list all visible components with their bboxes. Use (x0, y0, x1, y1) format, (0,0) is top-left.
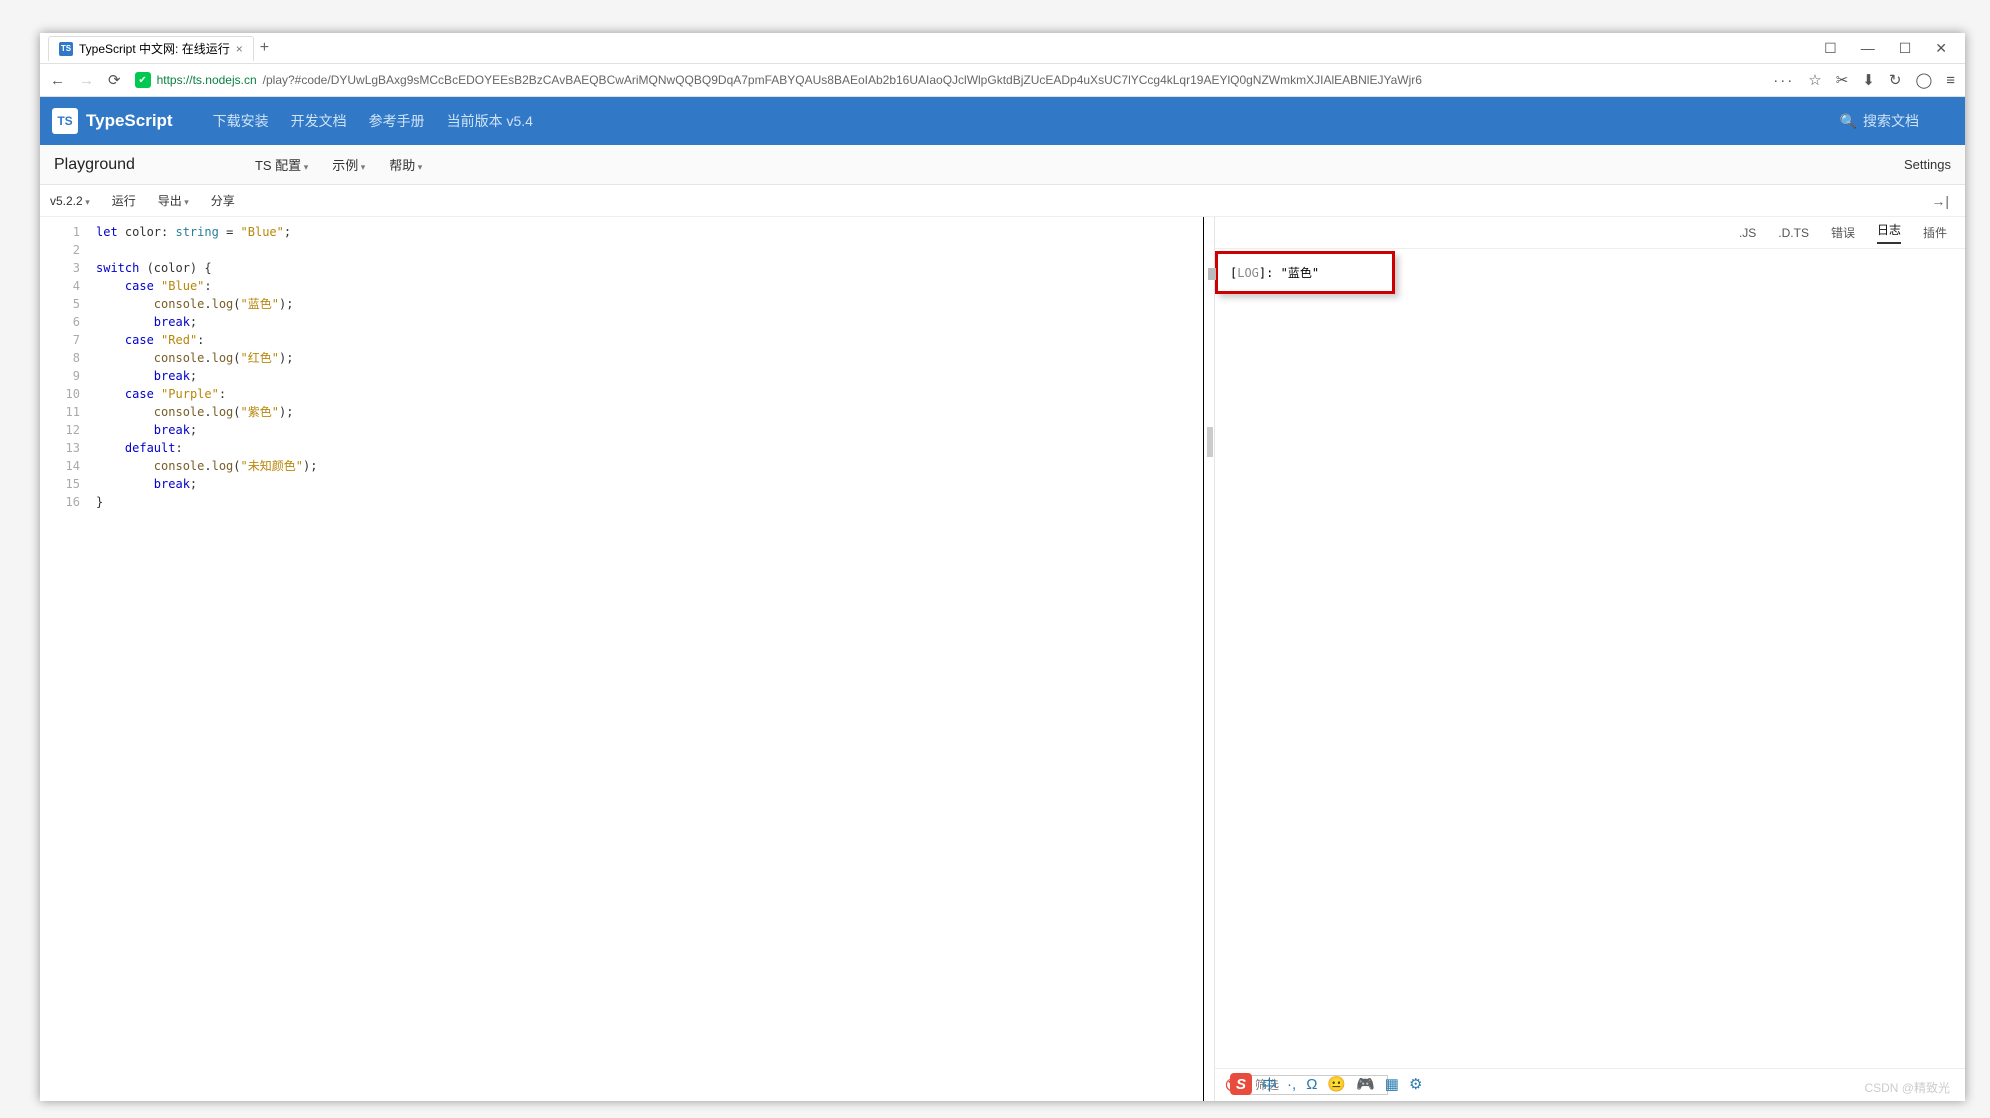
nav-reference[interactable]: 参考手册 (369, 111, 425, 131)
favicon: TS (59, 42, 73, 56)
nav-download[interactable]: 下载安装 (213, 111, 269, 131)
site-topnav: TS TypeScript 下载安装 开发文档 参考手册 当前版本 v5.4 🔍 (40, 97, 1965, 145)
collapse-editor-icon[interactable]: →| (1931, 193, 1955, 209)
tab-js[interactable]: .JS (1739, 226, 1756, 240)
url-path: /play?#code/DYUwLgBAxg9sMCcBcEDOYEEsB2Bz… (263, 73, 1422, 87)
address-bar: ← → ⟳ ✔ https://ts.nodejs.cn/play?#code/… (40, 63, 1965, 97)
brand[interactable]: TS TypeScript (52, 108, 173, 134)
ime-emoji-icon[interactable]: 😐 (1327, 1075, 1346, 1093)
settings-link[interactable]: Settings (1904, 157, 1951, 172)
hamburger-menu-icon[interactable]: ≡ (1946, 72, 1955, 89)
menu-ts-config[interactable]: TS 配置 (255, 155, 308, 174)
line-gutter: 12345678910111213141516 (40, 217, 90, 1101)
ime-gear-icon[interactable]: ⚙ (1409, 1075, 1422, 1093)
browser-titlebar: TS TypeScript 中文网: 在线运行 × + ☐ — ☐ ✕ (40, 33, 1965, 63)
ime-logo-icon: S (1230, 1073, 1252, 1095)
download-icon[interactable]: ⬇ (1862, 71, 1875, 89)
browser-tab[interactable]: TS TypeScript 中文网: 在线运行 × (48, 36, 254, 61)
tab-dts[interactable]: .D.TS (1778, 226, 1809, 240)
tab-log[interactable]: 日志 (1877, 221, 1901, 244)
search-input[interactable] (1863, 113, 1953, 129)
output-panel: .JS .D.TS 错误 日志 插件 [LOG]: "蓝色" 🚫 (1215, 217, 1965, 1101)
subnav: Playground TS 配置 示例 帮助 Settings (40, 145, 1965, 185)
new-tab-button[interactable]: + (260, 39, 269, 57)
pane-divider[interactable] (1203, 217, 1215, 1101)
log-label: LOG (1237, 266, 1259, 280)
search-box[interactable]: 🔍 (1840, 113, 1953, 130)
ime-qr-icon[interactable]: ▦ (1385, 1075, 1399, 1093)
url-domain: https://ts.nodejs.cn (157, 73, 257, 87)
code-editor[interactable]: 12345678910111213141516 let color: strin… (40, 217, 1203, 1101)
nav-version[interactable]: 当前版本 v5.4 (447, 111, 533, 131)
nav-docs[interactable]: 开发文档 (291, 111, 347, 131)
circle-icon[interactable]: ◯ (1915, 71, 1932, 89)
code-content[interactable]: let color: string = "Blue"; switch (colo… (90, 217, 1203, 1101)
scissors-icon[interactable]: ✂ (1836, 71, 1849, 89)
window-buttons: ☐ — ☐ ✕ (1824, 40, 1965, 57)
ime-lang[interactable]: 中 (1262, 1074, 1277, 1095)
version-selector[interactable]: v5.2.2 (50, 194, 90, 208)
close-window-icon[interactable]: ✕ (1935, 40, 1947, 57)
nav-back-icon[interactable]: ← (50, 72, 65, 89)
refresh-alt-icon[interactable]: ↻ (1889, 71, 1902, 89)
close-tab-icon[interactable]: × (236, 42, 243, 56)
menu-examples[interactable]: 示例 (332, 155, 365, 174)
watermark: CSDN @精致光 (1864, 1079, 1950, 1096)
log-area: [LOG]: "蓝色" (1215, 249, 1965, 1068)
share-button[interactable]: 分享 (211, 192, 235, 209)
workspace: 12345678910111213141516 let color: strin… (40, 217, 1965, 1101)
ime-headset-icon[interactable]: Ω (1306, 1076, 1317, 1093)
ime-game-icon[interactable]: 🎮 (1356, 1075, 1375, 1093)
shield-icon: ✔ (135, 72, 151, 88)
log-value: "蓝色" (1281, 266, 1319, 280)
ime-toolbar[interactable]: S 中 ·, Ω 😐 🎮 ▦ ⚙ (1230, 1073, 1422, 1095)
popup-icon[interactable]: ☐ (1824, 40, 1837, 57)
page-title: Playground (54, 156, 135, 174)
logo-icon: TS (52, 108, 78, 134)
bookmark-star-icon[interactable]: ☆ (1808, 71, 1821, 89)
brand-label: TypeScript (86, 111, 173, 131)
output-tabs: .JS .D.TS 错误 日志 插件 (1215, 217, 1965, 249)
tab-errors[interactable]: 错误 (1831, 224, 1855, 241)
search-icon: 🔍 (1840, 113, 1857, 130)
reload-icon[interactable]: ⟳ (108, 71, 121, 89)
nav-forward-icon[interactable]: → (79, 72, 94, 89)
run-button[interactable]: 运行 (112, 192, 136, 209)
minimize-icon[interactable]: — (1861, 40, 1875, 57)
tab-plugins[interactable]: 插件 (1923, 224, 1947, 241)
menu-help[interactable]: 帮助 (389, 155, 422, 174)
ime-punct-icon[interactable]: ·, (1287, 1076, 1296, 1093)
drag-handle-icon[interactable] (1207, 427, 1213, 457)
tab-title: TypeScript 中文网: 在线运行 (79, 40, 230, 57)
maximize-icon[interactable]: ☐ (1899, 40, 1912, 57)
log-handle-icon (1208, 268, 1216, 280)
editor-toolbar: v5.2.2 运行 导出 分享 →| (40, 185, 1965, 217)
export-button[interactable]: 导出 (158, 192, 189, 209)
log-highlight-box: [LOG]: "蓝色" (1215, 251, 1395, 294)
url-field[interactable]: ✔ https://ts.nodejs.cn/play?#code/DYUwLg… (135, 72, 1760, 88)
overflow-menu-icon[interactable]: ··· (1773, 72, 1794, 89)
